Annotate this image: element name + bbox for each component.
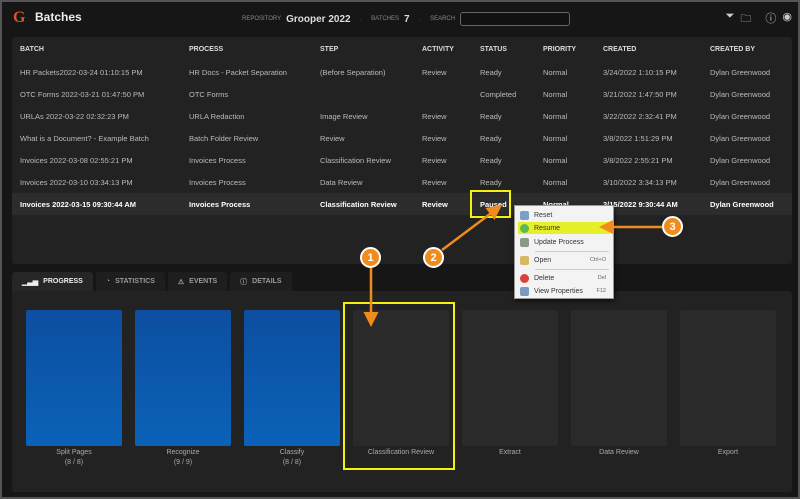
annotation-badge-1: 1 xyxy=(360,247,381,268)
arrow-2 xyxy=(441,205,502,251)
annotation-badge-3: 3 xyxy=(662,216,683,237)
annotation-arrows xyxy=(363,205,662,327)
annotation-badge-2: 2 xyxy=(423,247,444,268)
